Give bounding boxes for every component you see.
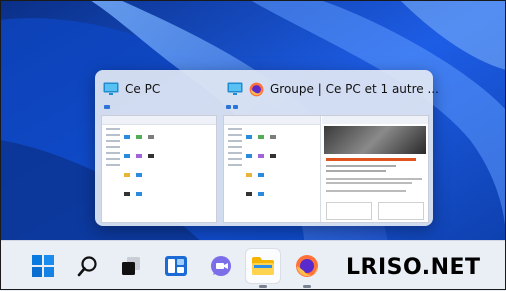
thumbnail-header: Ce PC: [103, 80, 160, 98]
window-preview-group: [223, 115, 429, 223]
search-button[interactable]: [71, 249, 105, 283]
task-preview-flyout: Ce PC Groupe | Ce PC et 1 autre ...: [95, 70, 439, 226]
thumbnail-snap-group[interactable]: Groupe | Ce PC et 1 autre ...: [219, 70, 439, 226]
thumbnail-title: Ce PC: [125, 82, 161, 96]
teams-chat-icon: [211, 256, 231, 276]
monitor-icon: [103, 82, 119, 95]
start-button[interactable]: [26, 249, 60, 283]
watermark-text: LRISO.NET: [346, 255, 481, 280]
widgets-icon: [165, 256, 187, 276]
firefox-button[interactable]: [290, 249, 324, 288]
thumbnail-ce-pc[interactable]: Ce PC: [95, 70, 217, 226]
firefox-icon: [249, 82, 264, 96]
windows-logo-icon: [32, 255, 54, 277]
monitor-icon: [227, 82, 243, 95]
snap-layout-icon: [104, 105, 110, 109]
search-icon: [77, 256, 97, 277]
running-indicator: [303, 285, 311, 288]
task-view-button[interactable]: [114, 249, 148, 283]
window-preview-explorer: [101, 115, 217, 223]
thumbnail-header: Groupe | Ce PC et 1 autre ...: [227, 80, 439, 98]
teams-chat-button[interactable]: [204, 249, 238, 283]
widgets-button[interactable]: [159, 249, 193, 283]
thumbnail-title: Groupe | Ce PC et 1 autre ...: [270, 82, 439, 96]
file-explorer-button[interactable]: [246, 249, 280, 288]
file-explorer-icon: [252, 257, 274, 275]
firefox-icon: [296, 255, 318, 277]
task-view-icon: [122, 257, 140, 275]
running-indicator: [259, 285, 267, 288]
snap-layout-icon: [226, 105, 238, 109]
